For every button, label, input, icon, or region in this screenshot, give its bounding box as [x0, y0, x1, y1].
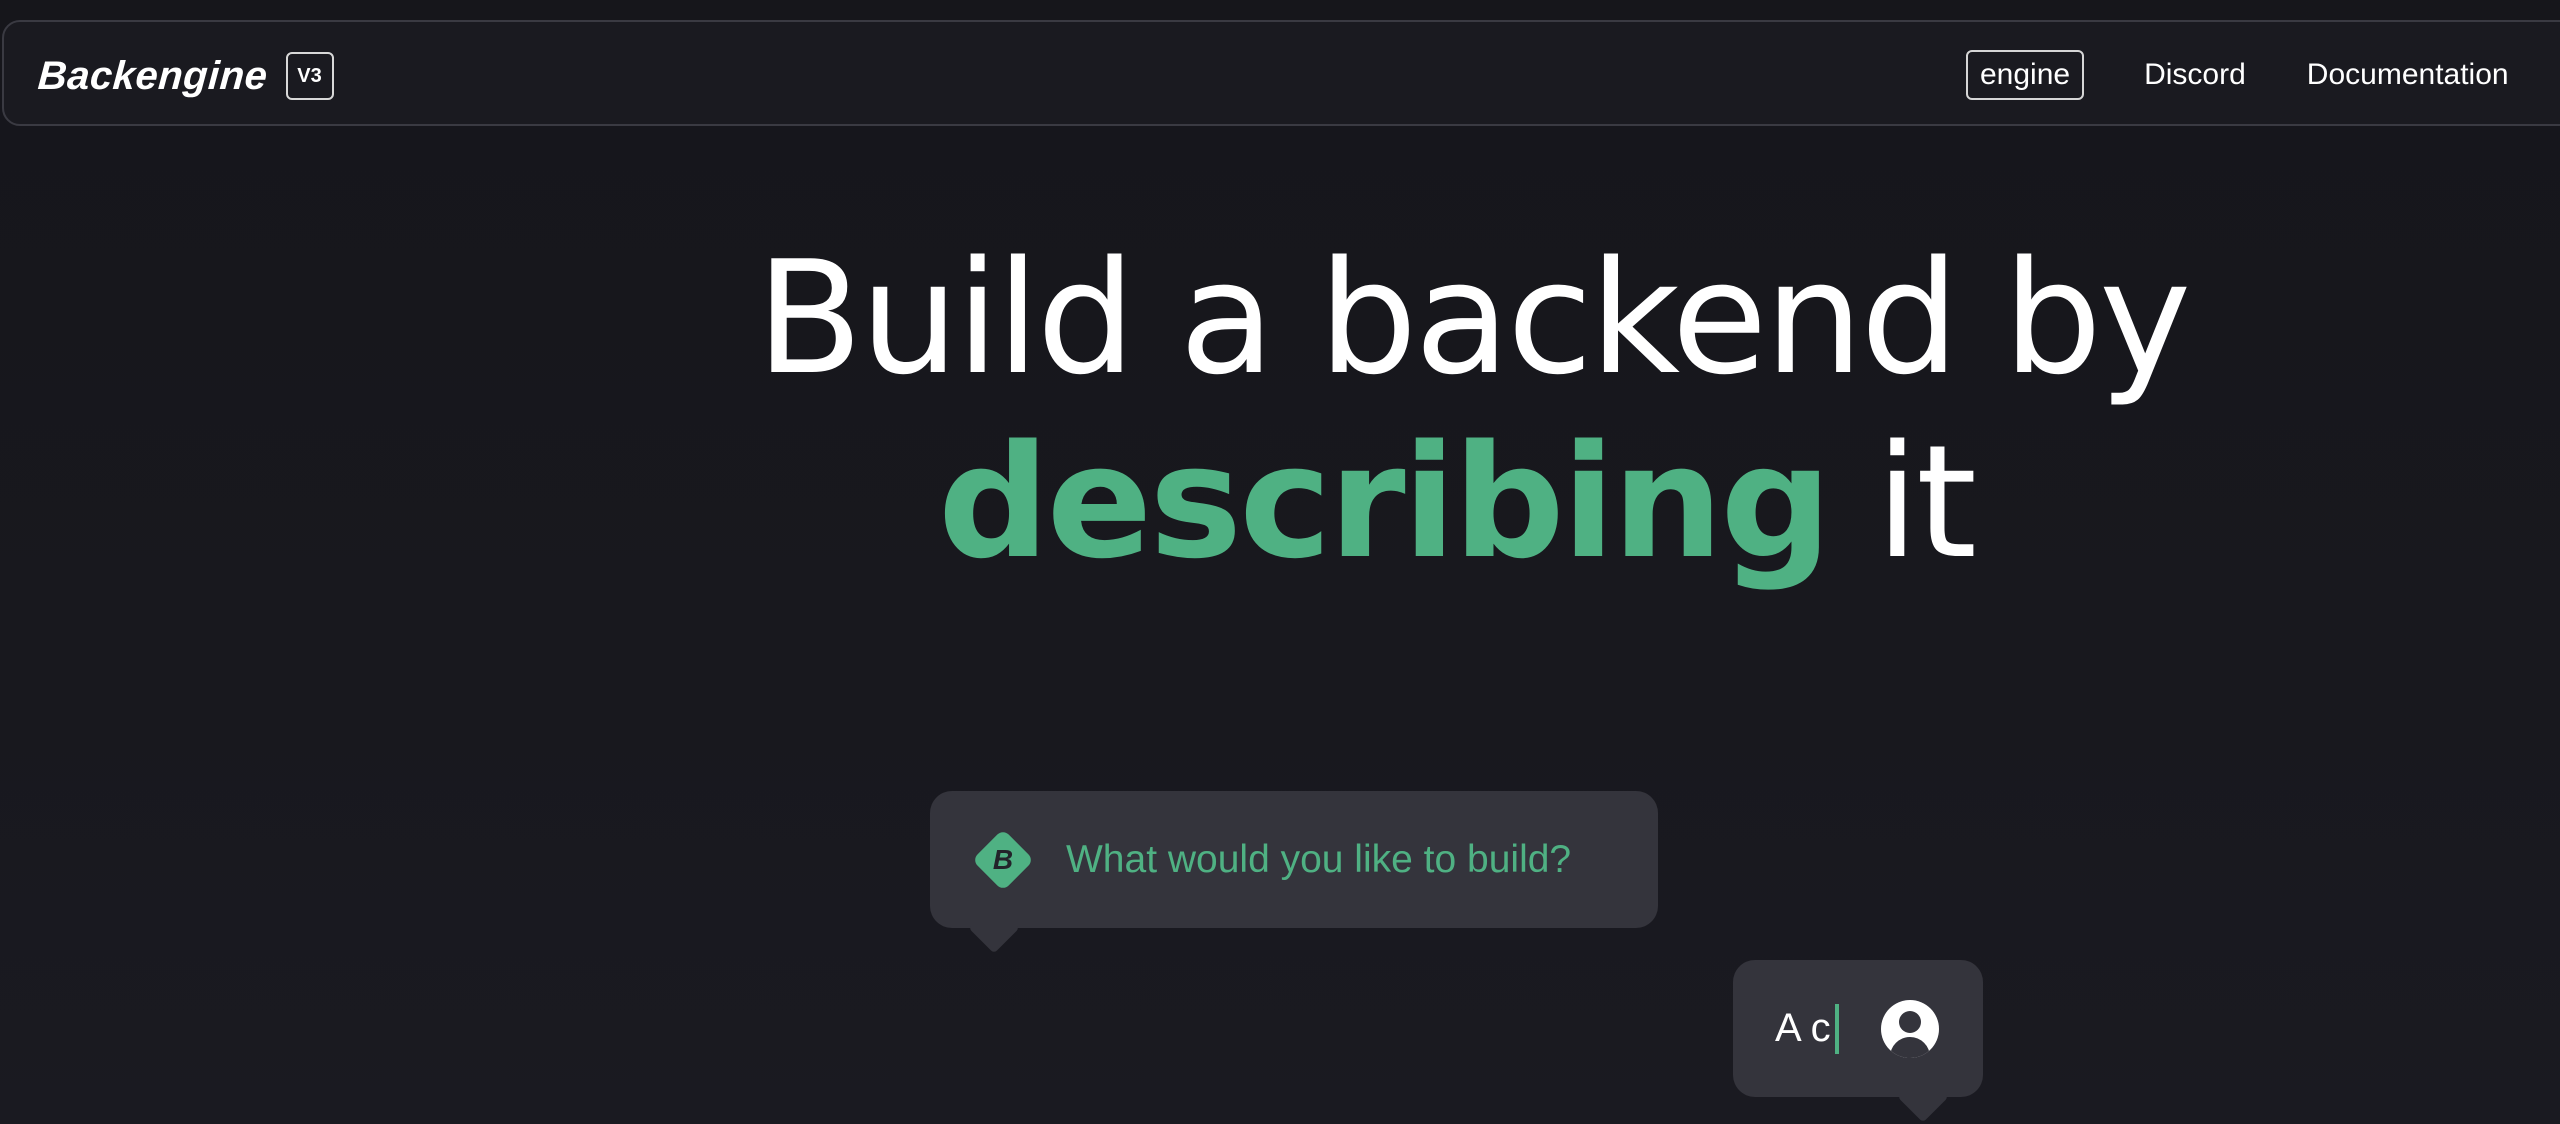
top-navbar: Backengine V3 engine Discord Documentati…	[2, 20, 2560, 126]
hero-line-2-rest: it	[1828, 411, 1978, 593]
user-message-bubble: A c	[1733, 960, 1983, 1097]
hero-accent-word: describing	[937, 411, 1832, 593]
hero-line-2: describing it	[756, 410, 2156, 594]
bot-prompt-text: What would you like to build?	[1066, 837, 1572, 881]
nav-discord-link[interactable]: Discord	[2144, 58, 2246, 92]
user-typed-value: A c	[1775, 1006, 1831, 1050]
bot-icon-letter: B	[992, 843, 1014, 875]
bot-message-bubble: B What would you like to build?	[930, 791, 1658, 928]
nav-engine-link[interactable]: engine	[1966, 50, 2085, 100]
brand-logo-text[interactable]: Backengine	[36, 54, 269, 99]
backengine-diamond-icon: B	[971, 828, 1035, 891]
user-avatar-icon	[1881, 1000, 1939, 1058]
brand[interactable]: Backengine V3	[36, 52, 334, 100]
nav-links: engine Discord Documentation	[1966, 50, 2509, 100]
version-badge: V3	[285, 52, 334, 100]
hero-line-1: Build a backend by	[756, 227, 2191, 409]
user-typing-text: A c	[1775, 1003, 1839, 1054]
nav-documentation-link[interactable]: Documentation	[2307, 58, 2509, 92]
hero-headline: Build a backend by describing it	[756, 226, 2191, 594]
text-caret	[1834, 1003, 1839, 1054]
